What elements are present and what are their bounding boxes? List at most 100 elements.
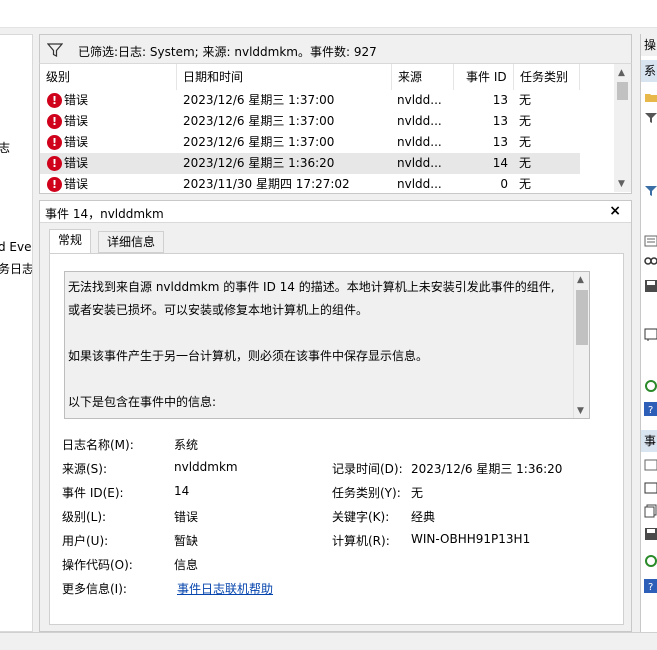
row-event-id: 14 [492, 156, 508, 170]
scroll-up-icon[interactable]: ▲ [577, 275, 584, 285]
column-header-event-id[interactable]: 事件 ID [454, 64, 514, 90]
scroll-down-icon[interactable]: ▼ [618, 179, 625, 189]
attach-task-icon[interactable] [644, 327, 657, 341]
save-icon[interactable] [644, 279, 657, 293]
row-source: nvldd... [397, 93, 442, 107]
description-scrollbar[interactable]: ▲ ▼ [573, 272, 589, 418]
actions-pane: 操 系 ? 事 ? [640, 34, 657, 632]
log-name-label: 日志名称(M): [62, 438, 134, 452]
refresh-icon[interactable] [644, 554, 657, 568]
error-icon: ! [47, 135, 62, 150]
row-source: nvldd... [397, 114, 442, 128]
top-toolbar [0, 0, 657, 28]
refresh-icon[interactable] [644, 379, 657, 393]
table-row[interactable]: ! 错误 2023/12/6 星期三 1:37:00 nvldd... 13 无 [40, 132, 580, 153]
more-info-link[interactable]: 事件日志联机帮助 [177, 580, 273, 597]
row-datetime: 2023/12/6 星期三 1:37:00 [183, 114, 335, 128]
row-task: 无 [519, 177, 532, 191]
tree-item-fragment[interactable]: 务日志 [0, 260, 32, 277]
properties-icon[interactable] [644, 234, 657, 248]
detail-title: 事件 14，nvlddmkm [45, 207, 164, 221]
task-label: 任务类别(Y): [332, 486, 401, 500]
table-row[interactable]: ! 错误 2023/12/6 星期三 1:37:00 nvldd... 13 无 [40, 90, 580, 111]
copy-icon[interactable] [644, 504, 657, 518]
logged-label: 记录时间(D): [332, 462, 403, 476]
console-tree-pane[interactable]: 志 d Eve 务日志 › [0, 34, 33, 632]
row-event-id: 13 [492, 93, 508, 107]
more-info-label: 更多信息(I): [62, 582, 127, 596]
save-icon[interactable] [644, 527, 657, 541]
row-datetime: 2023/12/6 星期三 1:36:20 [183, 156, 335, 170]
column-header-level[interactable]: 级别 [40, 64, 177, 90]
row-task: 无 [519, 93, 532, 107]
task-value: 无 [411, 486, 424, 500]
source-value: nvlddmkm [174, 460, 238, 474]
filter-funnel-icon[interactable] [644, 111, 657, 125]
row-level: 错误 [64, 177, 89, 191]
find-icon[interactable] [644, 254, 657, 268]
table-row[interactable]: ! 错误 2023/11/30 星期四 17:27:02 nvldd... 0 … [40, 174, 580, 193]
computer-value: WIN-OBHH91P13H1 [411, 532, 531, 546]
row-task: 无 [519, 156, 532, 170]
table-row[interactable]: ! 错误 2023/12/6 星期三 1:37:00 nvldd... 13 无 [40, 111, 580, 132]
row-task: 无 [519, 114, 532, 128]
column-header-source[interactable]: 来源 [392, 64, 454, 90]
event-id-label: 事件 ID(E): [62, 486, 124, 500]
center-pane: 已筛选:日志: System; 来源: nvlddmkm。事件数: 927 级别… [39, 34, 632, 632]
level-label: 级别(L): [62, 510, 107, 524]
description-line: 以下是包含在事件中的信息: [68, 395, 217, 409]
scroll-down-icon[interactable]: ▼ [577, 406, 584, 416]
source-label: 来源(S): [62, 462, 108, 476]
event-properties-icon[interactable] [644, 458, 657, 472]
user-label: 用户(U): [62, 534, 109, 548]
filter-funnel-icon [47, 43, 63, 57]
event-detail-pane: 事件 14，nvlddmkm × 常规 详细信息 无法找到来自源 nvlddmk… [39, 200, 632, 632]
detail-title-bar: 事件 14，nvlddmkm × [40, 201, 631, 223]
scrollbar-thumb[interactable] [617, 82, 628, 100]
user-value: 暂缺 [174, 534, 199, 548]
description-line: 或者安装已损坏。可以安装或修复本地计算机上的组件。 [68, 303, 369, 317]
actions-section-header[interactable]: 事 [641, 430, 657, 452]
actions-section-header[interactable]: 系 [641, 60, 657, 82]
error-icon: ! [47, 93, 62, 108]
row-level: 错误 [64, 93, 89, 107]
table-row-selected[interactable]: ! 错误 2023/12/6 星期三 1:36:20 nvldd... 14 无 [40, 153, 580, 174]
scrollbar-thumb[interactable] [576, 290, 588, 345]
row-event-id: 13 [492, 135, 508, 149]
filter-bar: 已筛选:日志: System; 来源: nvlddmkm。事件数: 927 [39, 34, 632, 64]
column-header-datetime[interactable]: 日期和时间 [177, 64, 392, 90]
grid-vertical-scrollbar[interactable]: ▲ ▼ [614, 64, 631, 192]
event-description-box[interactable]: 无法找到来自源 nvlddmkm 的事件 ID 14 的描述。本地计算机上未安装… [64, 271, 590, 419]
close-icon[interactable]: × [609, 203, 621, 219]
row-source: nvldd... [397, 135, 442, 149]
row-task: 无 [519, 135, 532, 149]
row-level: 错误 [64, 114, 89, 128]
actions-header: 操 [641, 34, 657, 56]
keywords-value: 经典 [411, 510, 436, 524]
tab-details[interactable]: 详细信息 [98, 231, 165, 253]
filter-funnel-icon[interactable] [644, 184, 657, 198]
attach-task-icon[interactable] [644, 481, 657, 495]
error-icon: ! [47, 114, 62, 129]
help-icon[interactable]: ? [644, 402, 657, 416]
column-header-task[interactable]: 任务类别 [514, 64, 580, 90]
logged-value: 2023/12/6 星期三 1:36:20 [411, 462, 563, 476]
tab-general[interactable]: 常规 [49, 229, 92, 254]
tree-item-fragment[interactable]: 志 [0, 139, 10, 156]
grid-header: 级别 日期和时间 来源 事件 ID 任务类别 [40, 64, 615, 90]
log-name-value: 系统 [174, 438, 199, 452]
row-event-id: 0 [500, 177, 508, 191]
row-level: 错误 [64, 156, 89, 170]
tree-item-fragment[interactable]: d Eve [0, 240, 32, 254]
row-source: nvldd... [397, 156, 442, 170]
status-bar [0, 632, 657, 650]
opcode-value: 信息 [174, 558, 199, 572]
error-icon: ! [47, 177, 62, 192]
events-grid[interactable]: 级别 日期和时间 来源 事件 ID 任务类别 ! 错误 2023/12/6 星期… [39, 64, 632, 194]
scroll-up-icon[interactable]: ▲ [618, 68, 625, 78]
opcode-label: 操作代码(O): [62, 558, 133, 572]
row-datetime: 2023/12/6 星期三 1:37:00 [183, 135, 335, 149]
help-icon[interactable]: ? [644, 579, 657, 593]
description-line: 如果该事件产生于另一台计算机，则必须在该事件中保存显示信息。 [68, 349, 429, 363]
folder-open-icon[interactable] [644, 90, 657, 104]
